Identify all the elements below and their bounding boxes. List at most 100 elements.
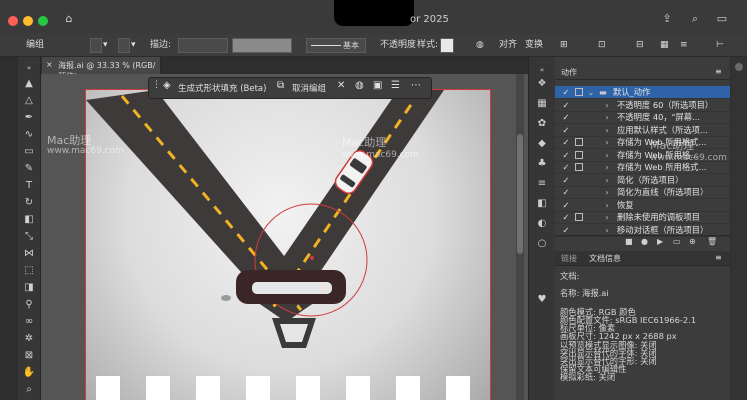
recolor-icon[interactable]: ◍: [476, 38, 484, 52]
stroke-dropdown-icon[interactable]: ▾: [131, 38, 136, 52]
fill-dropdown-icon[interactable]: ▾: [103, 38, 108, 52]
action-item[interactable]: ✓ › 恢复: [555, 199, 730, 212]
fill-swatch[interactable]: [90, 38, 102, 53]
transform-grid-icon[interactable]: ⊞: [560, 38, 568, 52]
maximize-window-button[interactable]: [38, 16, 48, 26]
stroke-swatch[interactable]: [118, 38, 130, 53]
properties-icon[interactable]: ☰: [391, 80, 400, 91]
curvature-tool-icon[interactable]: ∿: [22, 128, 36, 142]
new-action-icon[interactable]: ⊕: [689, 237, 696, 246]
symbol-sprayer-icon[interactable]: ✲: [22, 332, 36, 346]
panel-scrollbar[interactable]: [731, 57, 747, 400]
transform-icon[interactable]: ✕: [337, 80, 345, 91]
info-panel-menu-icon[interactable]: ≡: [715, 253, 722, 262]
eyedropper-tool-icon[interactable]: ⚲: [22, 298, 36, 312]
collapse-toolbar-icon[interactable]: »: [22, 61, 36, 75]
disclosure-icon[interactable]: ›: [603, 124, 611, 136]
stop-icon[interactable]: ■: [625, 237, 633, 246]
ungroup-button[interactable]: 取消编组: [292, 82, 326, 94]
generative-fill-button[interactable]: 生成式形状填充 (Beta): [178, 82, 266, 94]
graphic-style-swatch[interactable]: [440, 38, 454, 53]
eraser-tool-icon[interactable]: ◧: [22, 213, 36, 227]
dialog-toggle-icon[interactable]: [575, 213, 583, 221]
action-item[interactable]: ✓ › 不透明度 60（所选项目）: [555, 99, 730, 112]
action-item[interactable]: ✓ › 简化为直线（所选项目）: [555, 186, 730, 199]
disclosure-icon[interactable]: ›: [603, 199, 611, 211]
artboard-tool-icon[interactable]: ⊠: [22, 349, 36, 363]
align-label[interactable]: 对齐: [499, 38, 517, 52]
action-item[interactable]: ✓ › 不透明度 40，"屏幕...: [555, 111, 730, 124]
check-icon[interactable]: ✓: [561, 161, 571, 173]
dialog-toggle-icon[interactable]: [575, 88, 583, 96]
distribute-icon[interactable]: ▦: [660, 38, 669, 52]
recolor-icon[interactable]: ◍: [355, 80, 364, 91]
panel-menu-icon[interactable]: ≡: [715, 67, 722, 76]
ungroup-icon[interactable]: ⧉: [277, 80, 284, 91]
disclosure-icon[interactable]: ›: [603, 174, 611, 186]
disclosure-icon[interactable]: ›: [603, 211, 611, 223]
stroke-panel-icon[interactable]: ≡: [535, 177, 549, 191]
appearance-icon[interactable]: ○: [535, 237, 549, 251]
scale-tool-icon[interactable]: ⤡: [22, 230, 36, 244]
play-icon[interactable]: ▶: [657, 237, 663, 246]
tab-document-info[interactable]: 文档信息: [589, 253, 621, 264]
rectangle-tool-icon[interactable]: ▭: [22, 145, 36, 159]
disclosure-icon[interactable]: ›: [603, 224, 611, 236]
artboard[interactable]: [85, 89, 491, 400]
brushes-icon[interactable]: ✿: [535, 117, 549, 131]
action-item[interactable]: ✓ › 简化（所选项目）: [555, 174, 730, 187]
color-guide-icon[interactable]: ❖: [535, 77, 549, 91]
record-icon[interactable]: ●: [641, 237, 648, 246]
dialog-toggle-icon[interactable]: [575, 163, 583, 171]
generative-fill-icon[interactable]: ◈: [163, 80, 171, 91]
dialog-toggle-icon[interactable]: [575, 150, 583, 159]
workspace-icon[interactable]: ▭: [715, 12, 729, 26]
drag-handle-icon[interactable]: ⋮: [152, 80, 161, 90]
close-window-button[interactable]: [8, 16, 18, 26]
check-icon[interactable]: ✓: [561, 149, 571, 161]
opacity-label[interactable]: 不透明度: [380, 38, 416, 52]
new-set-icon[interactable]: ▭: [673, 237, 681, 246]
stroke-weight-field[interactable]: [178, 38, 228, 53]
disclosure-icon[interactable]: ›: [603, 149, 611, 161]
panel-menu-icon[interactable]: ≡: [680, 38, 688, 52]
scroll-thumb[interactable]: [517, 134, 523, 254]
disclosure-icon[interactable]: ›: [603, 99, 611, 111]
canvas-vertical-scrollbar[interactable]: [516, 74, 524, 400]
pencil-tool-icon[interactable]: ✎: [22, 162, 36, 176]
action-item[interactable]: ✓ › 删除未使用的调板项目: [555, 211, 730, 224]
free-transform-icon[interactable]: ⬚: [22, 264, 36, 278]
gradient-tool-icon[interactable]: ◨: [22, 281, 36, 295]
check-icon[interactable]: ✓: [561, 86, 571, 98]
disclosure-icon[interactable]: ›: [603, 111, 611, 123]
layers-icon[interactable]: ◆: [535, 137, 549, 151]
collapse-panels-icon[interactable]: «: [535, 63, 549, 77]
align-to-icon[interactable]: ⊢: [716, 38, 724, 52]
transform-label[interactable]: 变换: [525, 38, 543, 52]
gradient-panel-icon[interactable]: ◧: [535, 197, 549, 211]
disclosure-icon[interactable]: ›: [603, 186, 611, 198]
disclosure-icon[interactable]: ›: [603, 161, 611, 173]
check-icon[interactable]: ✓: [561, 174, 571, 186]
type-tool-icon[interactable]: T: [22, 179, 36, 193]
swatches-icon[interactable]: ▦: [535, 97, 549, 111]
document-tab[interactable]: × 海报.ai @ 33.33 % (RGB/预览): [42, 57, 161, 81]
width-tool-icon[interactable]: ⋈: [22, 247, 36, 261]
isolate-icon[interactable]: ⊡: [598, 38, 606, 52]
close-tab-icon[interactable]: ×: [46, 60, 53, 69]
home-icon[interactable]: ⌂: [62, 12, 76, 26]
delete-icon[interactable]: 🗑: [707, 237, 717, 246]
variable-width-field[interactable]: [232, 38, 292, 53]
check-icon[interactable]: ✓: [561, 211, 571, 223]
check-icon[interactable]: ✓: [561, 111, 571, 123]
zoom-tool-icon[interactable]: ⌕: [22, 383, 36, 397]
expand-icon[interactable]: ⌄: [587, 86, 595, 98]
hand-tool-icon[interactable]: ✋: [22, 366, 36, 380]
check-icon[interactable]: ✓: [561, 99, 571, 111]
minimize-window-button[interactable]: [23, 16, 33, 26]
share-icon[interactable]: ⇪: [660, 12, 674, 26]
check-icon[interactable]: ✓: [561, 186, 571, 198]
tab-links[interactable]: 链接: [561, 253, 577, 264]
direct-selection-tool-icon[interactable]: △: [22, 94, 36, 108]
tab-actions[interactable]: 动作: [561, 67, 577, 78]
